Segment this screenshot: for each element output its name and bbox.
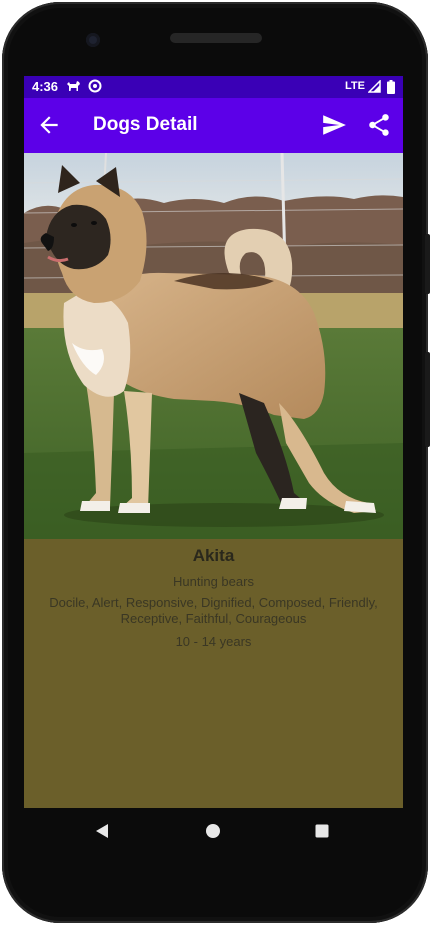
dog-life-span: 10 - 14 years bbox=[175, 634, 252, 649]
volume-button bbox=[425, 352, 430, 447]
dog-notification-icon bbox=[66, 79, 81, 95]
power-button bbox=[425, 234, 430, 294]
navigation-bar bbox=[24, 808, 403, 856]
send-button[interactable] bbox=[321, 112, 347, 138]
share-icon bbox=[369, 114, 389, 136]
dog-bred-for: Hunting bears bbox=[173, 574, 254, 589]
triangle-back-icon bbox=[96, 824, 108, 838]
front-camera bbox=[86, 33, 100, 47]
nav-back-button[interactable] bbox=[94, 822, 110, 845]
status-bar: 4:36 LTE bbox=[24, 76, 403, 98]
screen: 4:36 LTE Dogs Detail Akita Hunting bears… bbox=[24, 76, 403, 808]
dog-name: Akita bbox=[192, 546, 235, 565]
send-icon bbox=[323, 115, 346, 135]
network-type: LTE bbox=[345, 80, 365, 92]
nav-recents-button[interactable] bbox=[314, 822, 330, 845]
share-button[interactable] bbox=[366, 112, 392, 138]
nav-home-button[interactable] bbox=[205, 822, 221, 845]
battery-icon bbox=[387, 80, 395, 97]
status-time: 4:36 bbox=[32, 79, 59, 94]
signal-icon bbox=[367, 79, 381, 96]
arrow-back-icon bbox=[40, 116, 58, 134]
dog-illustration bbox=[24, 153, 403, 539]
app-bar: Dogs Detail bbox=[24, 98, 403, 153]
back-button[interactable] bbox=[36, 112, 62, 138]
page-title: Dogs Detail bbox=[93, 114, 198, 135]
circle-home-icon bbox=[206, 824, 220, 838]
sync-notification-icon bbox=[88, 79, 102, 96]
dog-temperament: Docile, Alert, Responsive, Dignified, Co… bbox=[49, 595, 378, 626]
square-recents-icon bbox=[315, 824, 329, 838]
dog-details: Akita Hunting bears Docile, Alert, Respo… bbox=[24, 539, 403, 649]
dog-photo bbox=[24, 153, 403, 539]
earpiece-speaker bbox=[170, 33, 262, 43]
